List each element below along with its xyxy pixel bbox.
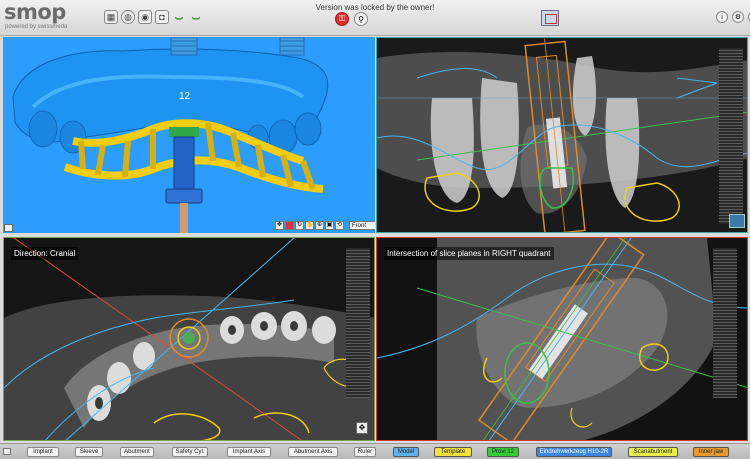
eye-icon[interactable]: ◉ [138, 10, 152, 24]
implant-body [173, 136, 195, 190]
toggle-provi-button[interactable]: Provi 12 [487, 447, 519, 457]
lock-icon[interactable]: ⚿ [335, 12, 349, 26]
toggle-sleeve-button[interactable]: Sleeve [75, 447, 103, 457]
implant-number: 12 [179, 91, 191, 102]
view-direction-select[interactable]: Front [349, 221, 375, 230]
toggle-template-button[interactable]: Template [434, 447, 472, 457]
delete-icon[interactable] [285, 221, 294, 230]
slice-scroll-icon[interactable] [729, 214, 745, 228]
toggle-scanabutment-button[interactable]: Scanabutment [628, 447, 678, 457]
panel-cross-section-ct[interactable]: Intersection of slice planes in RIGHT qu… [376, 237, 748, 441]
expand-icon[interactable]: ✥ [356, 422, 368, 434]
rotate-icon[interactable]: ↻ [295, 221, 304, 230]
drill-shaft [180, 203, 188, 233]
info-icon[interactable]: i [716, 11, 728, 23]
status-message: Version was locked by the owner! [315, 3, 435, 12]
3d-model-render: 12 [12, 37, 329, 233]
tool-icon-group: ▦ ◍ ◉ ◘ ⌣ ⌣ [104, 9, 203, 25]
app-logo: smop [4, 0, 66, 24]
toggle-implant-button[interactable]: Implant [27, 447, 59, 457]
toggle-inner-jaw-button[interactable]: Inner jaw [693, 447, 729, 457]
axial-scale-bar[interactable] [346, 248, 370, 398]
fit-icon[interactable]: ▣ [325, 221, 334, 230]
lock-icon-group: ⚿ ⚲ [335, 12, 368, 26]
reset-icon[interactable]: ⟲ [335, 221, 344, 230]
implant-core [183, 332, 195, 344]
sagittal-ct-render [377, 38, 747, 232]
toggle-model-button[interactable]: Model [393, 447, 419, 457]
implant-sleeve [169, 127, 199, 137]
panel-axial-ct[interactable]: Direction: Cranial ✥ [3, 237, 375, 441]
jaw-lower-icon[interactable]: ⌣ [189, 9, 203, 25]
toolbar-handle-icon[interactable] [3, 448, 11, 455]
zoom-icon[interactable]: ⊕ [315, 221, 324, 230]
panel-corner-icon[interactable] [4, 224, 13, 232]
cross-section-ct-render [377, 238, 747, 440]
toggle-safety-cylinder-button[interactable]: Safety Cyl. [172, 447, 208, 457]
pan-icon[interactable]: ✋ [305, 221, 314, 230]
grid-icon[interactable]: ▦ [104, 10, 118, 24]
toggle-ruler-button[interactable]: Ruler [354, 447, 376, 457]
jaw-upper-icon[interactable]: ⌣ [172, 9, 186, 25]
view-controls: ✥ ↻ ✋ ⊕ ▣ ⟲ Front [275, 220, 375, 231]
app-logo-subtitle: powered by swissmeda [5, 24, 68, 30]
visibility-toolbar: Implant Sleeve Abutment Safety Cyl. Impl… [0, 443, 750, 459]
window-icon-group: i ⚙ ✕ [716, 11, 750, 23]
toggle-insertion-tool-button[interactable]: Eindrehwerkzeug H10-2R [536, 447, 612, 457]
toggle-abutment-axis-button[interactable]: Abutment Axis [288, 447, 338, 457]
panel-3d-view[interactable]: 12 ✥ ↻ ✋ ⊕ ▣ ⟲ Front [3, 37, 375, 233]
axial-ct-render [4, 238, 374, 440]
implant-base [165, 188, 203, 204]
app-window: smop powered by swissmeda ▦ ◍ ◉ ◘ ⌣ ⌣ Ve… [0, 0, 750, 459]
tooth-icon[interactable]: ◍ [121, 10, 135, 24]
cross-section-label: Intersection of slice planes in RIGHT qu… [384, 247, 554, 260]
axial-bone [4, 295, 374, 440]
toggle-abutment-button[interactable]: Abutment [120, 447, 154, 457]
layout-icon[interactable] [541, 10, 559, 26]
axial-direction-label: Direction: Cranial [11, 247, 79, 260]
top-toolbar: smop powered by swissmeda ▦ ◍ ◉ ◘ ⌣ ⌣ Ve… [0, 0, 750, 36]
unlock-icon[interactable]: ⚲ [354, 12, 368, 26]
panel-sagittal-ct[interactable] [376, 37, 748, 233]
sagittal-scale-bar[interactable] [719, 48, 743, 224]
camera-icon[interactable]: ◘ [155, 10, 169, 24]
settings-icon[interactable]: ⚙ [732, 11, 744, 23]
cross-scale-bar[interactable] [713, 248, 737, 398]
move-icon[interactable]: ✥ [275, 221, 284, 230]
toggle-implant-axis-button[interactable]: Implant Axis [227, 447, 271, 457]
